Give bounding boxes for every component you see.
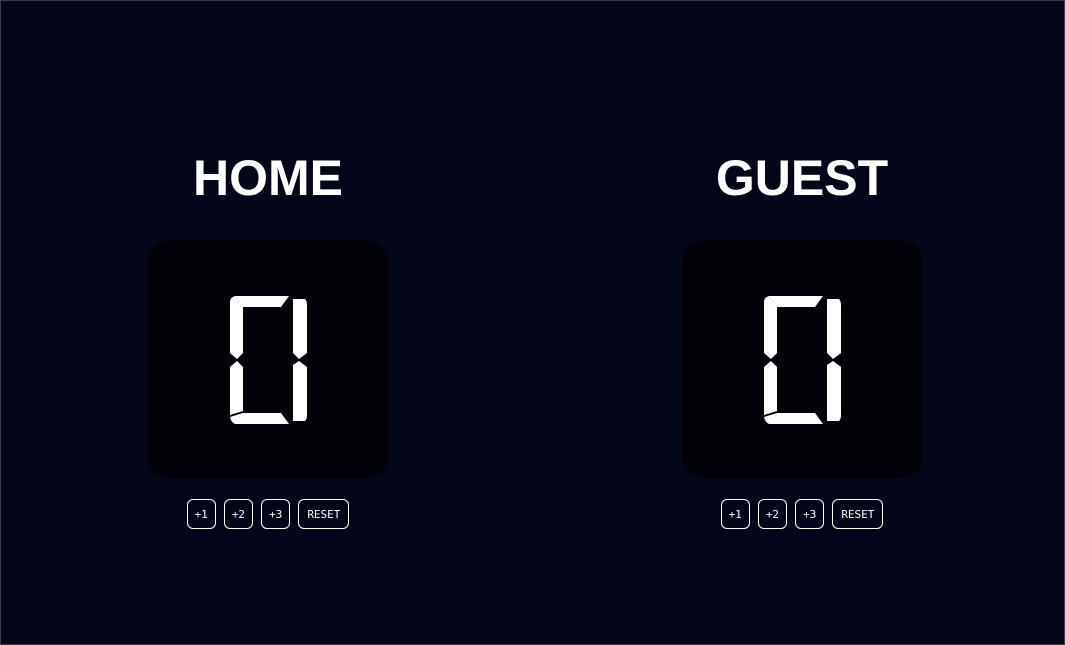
- home-reset-button[interactable]: RESET: [298, 499, 350, 529]
- home-digit-segment-c: [293, 360, 307, 421]
- guest-digit-segment-a: [769, 295, 823, 307]
- guest-add-3-button[interactable]: +3: [795, 499, 825, 529]
- guest-title: GUEST: [715, 150, 889, 206]
- home-digit-segment-a: [235, 295, 289, 307]
- home-digit-segment-d: [230, 412, 289, 424]
- guest-digit-segment-c: [827, 360, 841, 421]
- guest-digit-segment-d: [764, 412, 823, 424]
- guest-score-buttons: +1 +2 +3 RESET: [720, 499, 884, 529]
- home-add-1-button[interactable]: +1: [186, 499, 216, 529]
- guest-score-digit: [764, 295, 841, 424]
- home-digit-segment-e: [230, 360, 243, 415]
- guest-digit-segment-f: [764, 295, 777, 359]
- guest-digit-segment-e: [764, 360, 777, 415]
- home-title: HOME: [193, 150, 343, 206]
- guest-add-1-button[interactable]: +1: [720, 499, 750, 529]
- guest-reset-button[interactable]: RESET: [832, 499, 884, 529]
- home-add-3-button[interactable]: +3: [261, 499, 291, 529]
- guest-team-panel: GUEST 0 +1 +2 +3 RESET: [682, 150, 922, 529]
- home-team-panel: HOME 0 +1 +2 +3 RESET: [148, 150, 388, 529]
- home-score-display: 0: [148, 241, 388, 478]
- home-digit-segment-f: [230, 295, 243, 359]
- home-score-digit: [230, 295, 307, 424]
- home-add-2-button[interactable]: +2: [223, 499, 254, 529]
- home-digit-segment-b: [293, 298, 307, 359]
- guest-digit-segment-b: [827, 298, 841, 359]
- home-score-buttons: +1 +2 +3 RESET: [186, 499, 350, 529]
- guest-score-display: 0: [682, 241, 922, 478]
- guest-add-2-button[interactable]: +2: [757, 499, 788, 529]
